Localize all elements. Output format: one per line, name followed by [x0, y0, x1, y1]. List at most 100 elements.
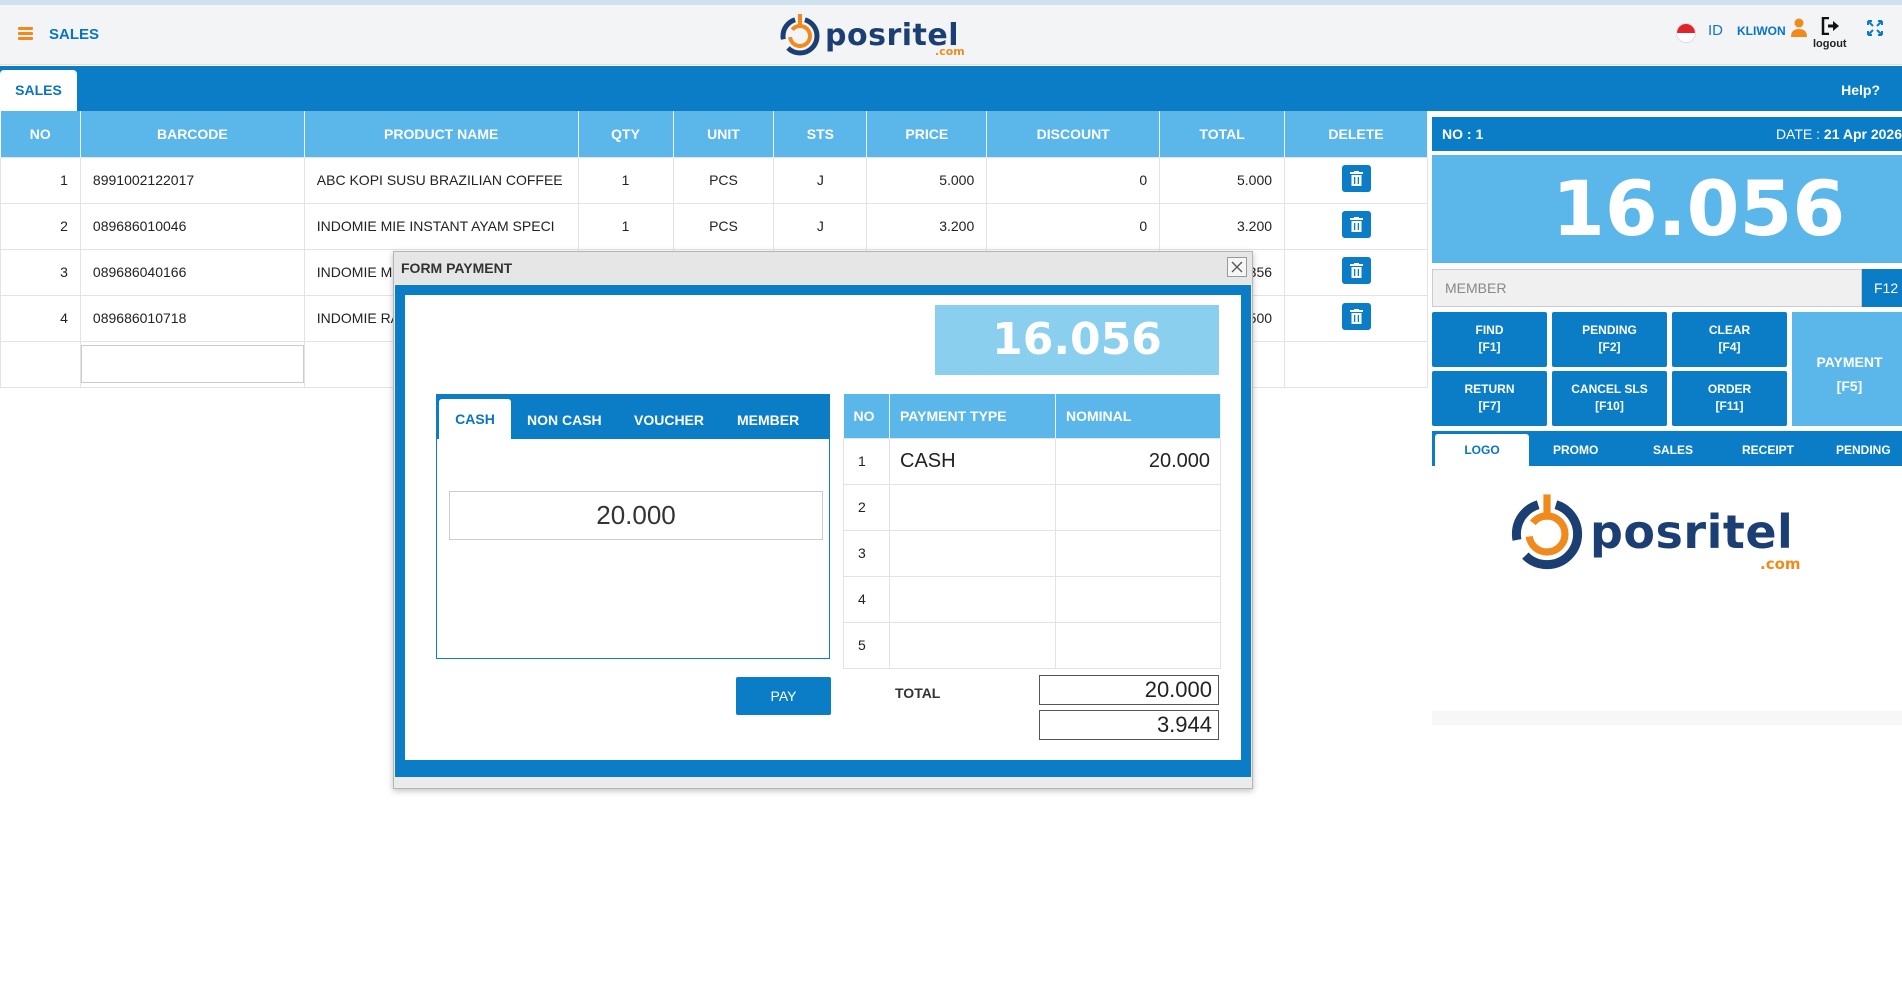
tab-promo[interactable]: PROMO — [1553, 443, 1598, 457]
table-row[interactable]: 1 CASH 20.000 — [843, 437, 1221, 485]
logout-label[interactable]: logout — [1813, 38, 1847, 50]
flag-icon[interactable] — [1676, 23, 1696, 43]
modal-body: 16.056 CASH NON CASH VOUCHER MEMBER 20.0… — [395, 285, 1251, 777]
table-row[interactable]: 2 089686010046 INDOMIE MIE INSTANT AYAM … — [0, 202, 1428, 250]
clear-button[interactable]: CLEAR [F4] — [1672, 312, 1787, 367]
fullscreen-icon[interactable] — [1866, 19, 1884, 37]
tab-sales[interactable]: SALES — [0, 70, 77, 111]
close-icon[interactable] — [1227, 257, 1247, 277]
barcode-input[interactable] — [80, 345, 304, 383]
table-row[interactable]: 3 — [843, 529, 1221, 577]
cash-amount-input[interactable]: 20.000 — [449, 491, 823, 540]
page-title: SALES — [49, 26, 100, 43]
tab-sales-panel[interactable]: SALES — [1653, 443, 1693, 457]
modal-inner: 16.056 CASH NON CASH VOUCHER MEMBER 20.0… — [405, 295, 1241, 760]
row-product: ABC KOPI SUSU BRAZILIAN COFFEE — [303, 156, 579, 204]
payment-nominal — [1055, 529, 1221, 577]
return-button[interactable]: RETURN [F7] — [1432, 371, 1547, 426]
horizontal-scrollbar[interactable] — [1432, 711, 1902, 725]
row-sts: J — [773, 202, 868, 250]
grid-header-row: NO BARCODE PRODUCT NAME QTY UNIT STS PRI… — [0, 111, 1428, 157]
col-nominal: NOMINAL — [1055, 394, 1221, 438]
row-barcode: 089686040166 — [79, 248, 305, 296]
delete-button[interactable] — [1341, 257, 1371, 284]
tab-receipt[interactable]: RECEIPT — [1742, 443, 1794, 457]
logo-sub: .com — [935, 45, 965, 58]
payment-tabbar: CASH NON CASH VOUCHER MEMBER — [437, 395, 829, 439]
pay-button[interactable]: PAY — [736, 677, 831, 715]
row-discount: 0 — [986, 156, 1161, 204]
col-sts: STS — [773, 111, 868, 157]
payment-no: 3 — [843, 529, 890, 577]
tab-pending[interactable]: PENDING — [1836, 443, 1891, 457]
col-no: NO — [843, 394, 890, 438]
pending-button[interactable]: PENDING [F2] — [1552, 312, 1667, 367]
find-button[interactable]: FIND [F1] — [1432, 312, 1547, 367]
table-row[interactable]: 1 8991002122017 ABC KOPI SUSU BRAZILIAN … — [0, 156, 1428, 204]
modal-title: FORM PAYMENT — [394, 252, 1252, 284]
row-delete — [1284, 294, 1428, 342]
change-amount: 3.944 — [1039, 710, 1219, 740]
menu-icon[interactable] — [18, 27, 33, 40]
payment-method-tabs: CASH NON CASH VOUCHER MEMBER 20.000 — [436, 394, 830, 659]
user-icon[interactable] — [1790, 18, 1808, 38]
delete-button[interactable] — [1341, 211, 1371, 238]
col-discount: DISCOUNT — [986, 111, 1161, 157]
row-barcode: 089686010718 — [79, 294, 305, 342]
transaction-info-bar: NO : 1 DATE : 21 Apr 2026 — [1432, 117, 1902, 151]
grand-total: 16.056 — [1432, 155, 1902, 263]
row-discount: 0 — [986, 202, 1161, 250]
tab-voucher[interactable]: VOUCHER — [634, 412, 704, 428]
table-row[interactable]: 4 — [843, 575, 1221, 623]
col-unit: UNIT — [673, 111, 775, 157]
payment-nominal: 20.000 — [1055, 437, 1221, 485]
help-link[interactable]: Help? — [1841, 82, 1880, 98]
order-button[interactable]: ORDER [F11] — [1672, 371, 1787, 426]
tab-cash[interactable]: CASH — [439, 399, 511, 439]
member-key-button[interactable]: F12 — [1862, 269, 1902, 307]
col-total: TOTAL — [1159, 111, 1286, 157]
col-no: NO — [0, 111, 81, 157]
col-barcode: BARCODE — [80, 111, 305, 157]
row-no: 3 — [0, 248, 81, 296]
total-paid: 20.000 — [1039, 675, 1219, 705]
row-total: 5.000 — [1159, 156, 1286, 204]
row-qty[interactable]: 1 — [577, 202, 674, 250]
row-delete — [1284, 156, 1428, 204]
delete-button[interactable] — [1341, 303, 1371, 330]
panel-logo: posritel .com — [1502, 489, 1832, 589]
user-name: KLIWON — [1737, 24, 1786, 38]
logout-icon[interactable] — [1821, 17, 1841, 35]
row-unit: PCS — [672, 202, 775, 250]
payment-button[interactable]: PAYMENT [F5] — [1792, 312, 1902, 426]
trash-icon — [1349, 217, 1363, 232]
trash-icon — [1349, 309, 1363, 324]
transaction-no: NO : 1 — [1442, 126, 1484, 142]
payment-nominal — [1055, 483, 1221, 531]
member-input[interactable]: MEMBER — [1432, 269, 1862, 307]
trash-icon — [1349, 171, 1363, 186]
row-total: 3.200 — [1159, 202, 1286, 250]
row-no: 1 — [0, 156, 81, 204]
delete-button[interactable] — [1341, 165, 1371, 192]
row-sts: J — [773, 156, 868, 204]
payment-no: 1 — [843, 437, 890, 485]
tab-logo[interactable]: LOGO — [1435, 434, 1529, 466]
cancel-sales-button[interactable]: CANCEL SLS [F10] — [1552, 371, 1667, 426]
tab-non-cash[interactable]: NON CASH — [527, 412, 602, 428]
app-header: SALES posritel .com ID KLIWON logout — [0, 5, 1902, 65]
row-delete — [1284, 248, 1428, 296]
date-label: DATE : — [1775, 126, 1824, 142]
brand-logo: posritel .com — [775, 11, 965, 61]
payment-table: NO PAYMENT TYPE NOMINAL 1 CASH 20.000 2 — [843, 394, 1221, 669]
language-label[interactable]: ID — [1708, 22, 1723, 39]
row-price: 5.000 — [866, 156, 988, 204]
col-delete: DELETE — [1284, 111, 1428, 157]
tab-member[interactable]: MEMBER — [737, 412, 799, 428]
row-qty[interactable]: 1 — [577, 156, 674, 204]
table-row[interactable]: 2 — [843, 483, 1221, 531]
col-qty: QTY — [578, 111, 674, 157]
modal-total: 16.056 — [935, 305, 1219, 375]
payment-no: 2 — [843, 483, 890, 531]
table-row[interactable]: 5 — [843, 621, 1221, 669]
